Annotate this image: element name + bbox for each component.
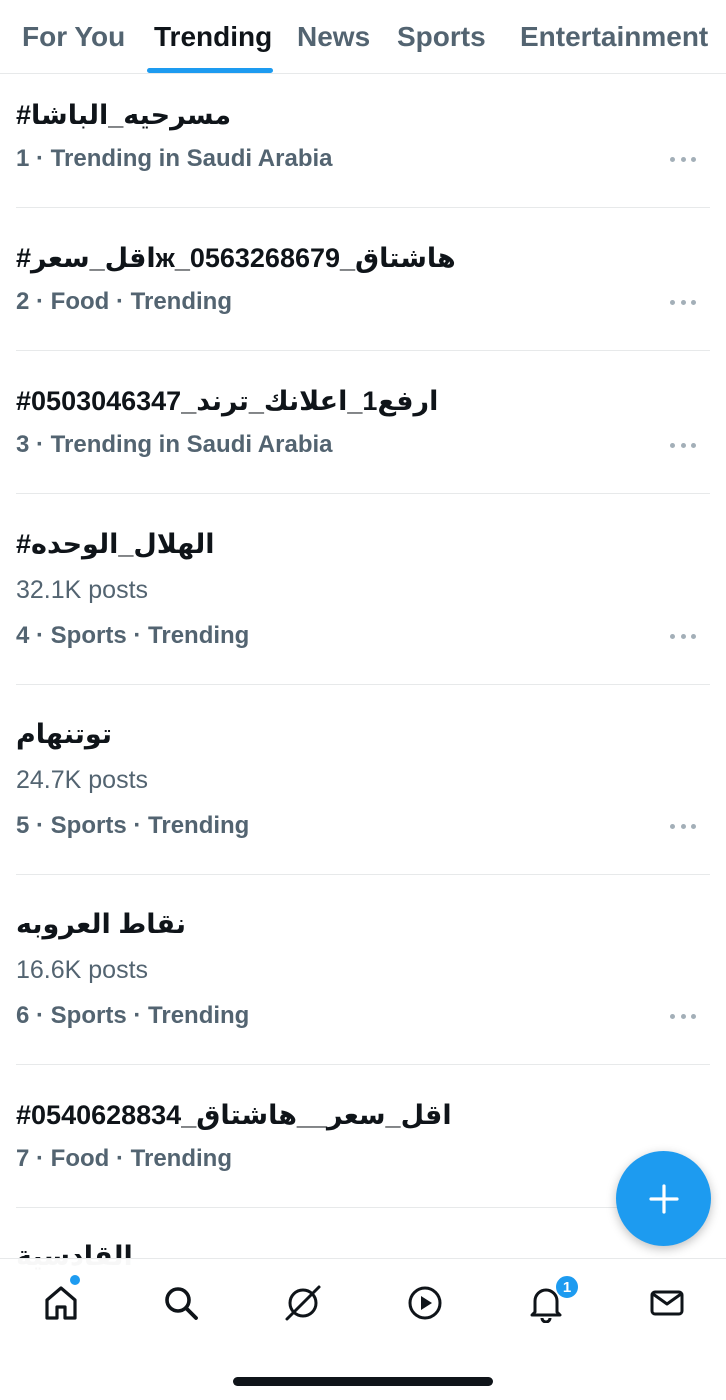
messages-icon[interactable] — [645, 1281, 689, 1325]
trend-title[interactable]: #اقل_سعرж_هاشتاق_0563268679 — [16, 240, 456, 276]
trend-meta: 2 · Food · Trending — [16, 288, 232, 315]
trend-item[interactable]: #الهلال_الوحده 32.1K posts 4 · Sports · … — [0, 526, 726, 684]
trend-meta: 5 · Sports · Trending — [16, 812, 250, 839]
active-tab-indicator — [147, 68, 273, 73]
trend-title[interactable]: #اقل_سعر__هاشتاق_0540628834 — [16, 1097, 452, 1133]
trend-meta: 7 · Food · Trending — [16, 1145, 232, 1172]
trend-post-count: 24.7K posts — [16, 766, 149, 794]
divider — [16, 1207, 710, 1208]
trend-post-count: 16.6K posts — [16, 956, 149, 984]
home-indicator — [233, 1377, 493, 1386]
video-icon[interactable] — [403, 1281, 447, 1325]
trend-item[interactable]: #مسرحيه_الباشا 1 · Trending in Saudi Ara… — [0, 97, 726, 207]
tab-news[interactable]: News — [297, 20, 370, 54]
compose-post-button[interactable] — [616, 1151, 711, 1246]
trend-meta: 4 · Sports · Trending — [16, 622, 250, 649]
trend-item[interactable]: #اقل_سعرж_هاشتاق_0563268679 2 · Food · T… — [0, 240, 726, 350]
more-options-icon[interactable] — [670, 632, 696, 640]
tab-trending[interactable]: Trending — [154, 20, 272, 54]
tab-entertainment[interactable]: Entertainment — [520, 20, 708, 54]
trend-title[interactable]: نقاط العروبه — [16, 906, 186, 942]
trend-title[interactable]: توتنهام — [16, 716, 112, 752]
divider — [16, 684, 710, 685]
home-new-dot — [70, 1275, 80, 1285]
trend-title[interactable]: #مسرحيه_الباشا — [16, 97, 231, 133]
trend-meta: 3 · Trending in Saudi Arabia — [16, 431, 333, 458]
trend-post-count: 32.1K posts — [16, 576, 149, 604]
trend-title[interactable]: #الهلال_الوحده — [16, 526, 215, 562]
trend-item[interactable]: #ارفع1_اعلانك_ترند_0503046347 3 · Trendi… — [0, 383, 726, 493]
tab-for-you[interactable]: For You — [22, 20, 125, 54]
divider — [16, 1064, 710, 1065]
more-options-icon[interactable] — [670, 441, 696, 449]
divider — [16, 350, 710, 351]
notifications-badge: 1 — [555, 1275, 579, 1299]
tab-bar: For You Trending News Sports Entertainme… — [0, 0, 726, 74]
trend-item[interactable]: توتنهام 24.7K posts 5 · Sports · Trendin… — [0, 716, 726, 874]
trend-item[interactable]: نقاط العروبه 16.6K posts 6 · Sports · Tr… — [0, 906, 726, 1064]
trending-page: For You Trending News Sports Entertainme… — [0, 0, 726, 1400]
trend-meta: 6 · Sports · Trending — [16, 1002, 250, 1029]
search-icon[interactable] — [159, 1281, 203, 1325]
trend-title[interactable]: #ارفع1_اعلانك_ترند_0503046347 — [16, 383, 438, 419]
more-options-icon[interactable] — [670, 298, 696, 306]
more-options-icon[interactable] — [670, 155, 696, 163]
tab-sports[interactable]: Sports — [397, 20, 486, 54]
trend-meta: 1 · Trending in Saudi Arabia — [16, 145, 333, 172]
home-icon[interactable] — [39, 1281, 83, 1325]
grok-icon[interactable] — [281, 1281, 325, 1325]
divider — [16, 874, 710, 875]
more-options-icon[interactable] — [670, 822, 696, 830]
more-options-icon[interactable] — [670, 1012, 696, 1020]
plus-icon — [648, 1183, 679, 1214]
divider — [16, 207, 710, 208]
divider — [16, 493, 710, 494]
